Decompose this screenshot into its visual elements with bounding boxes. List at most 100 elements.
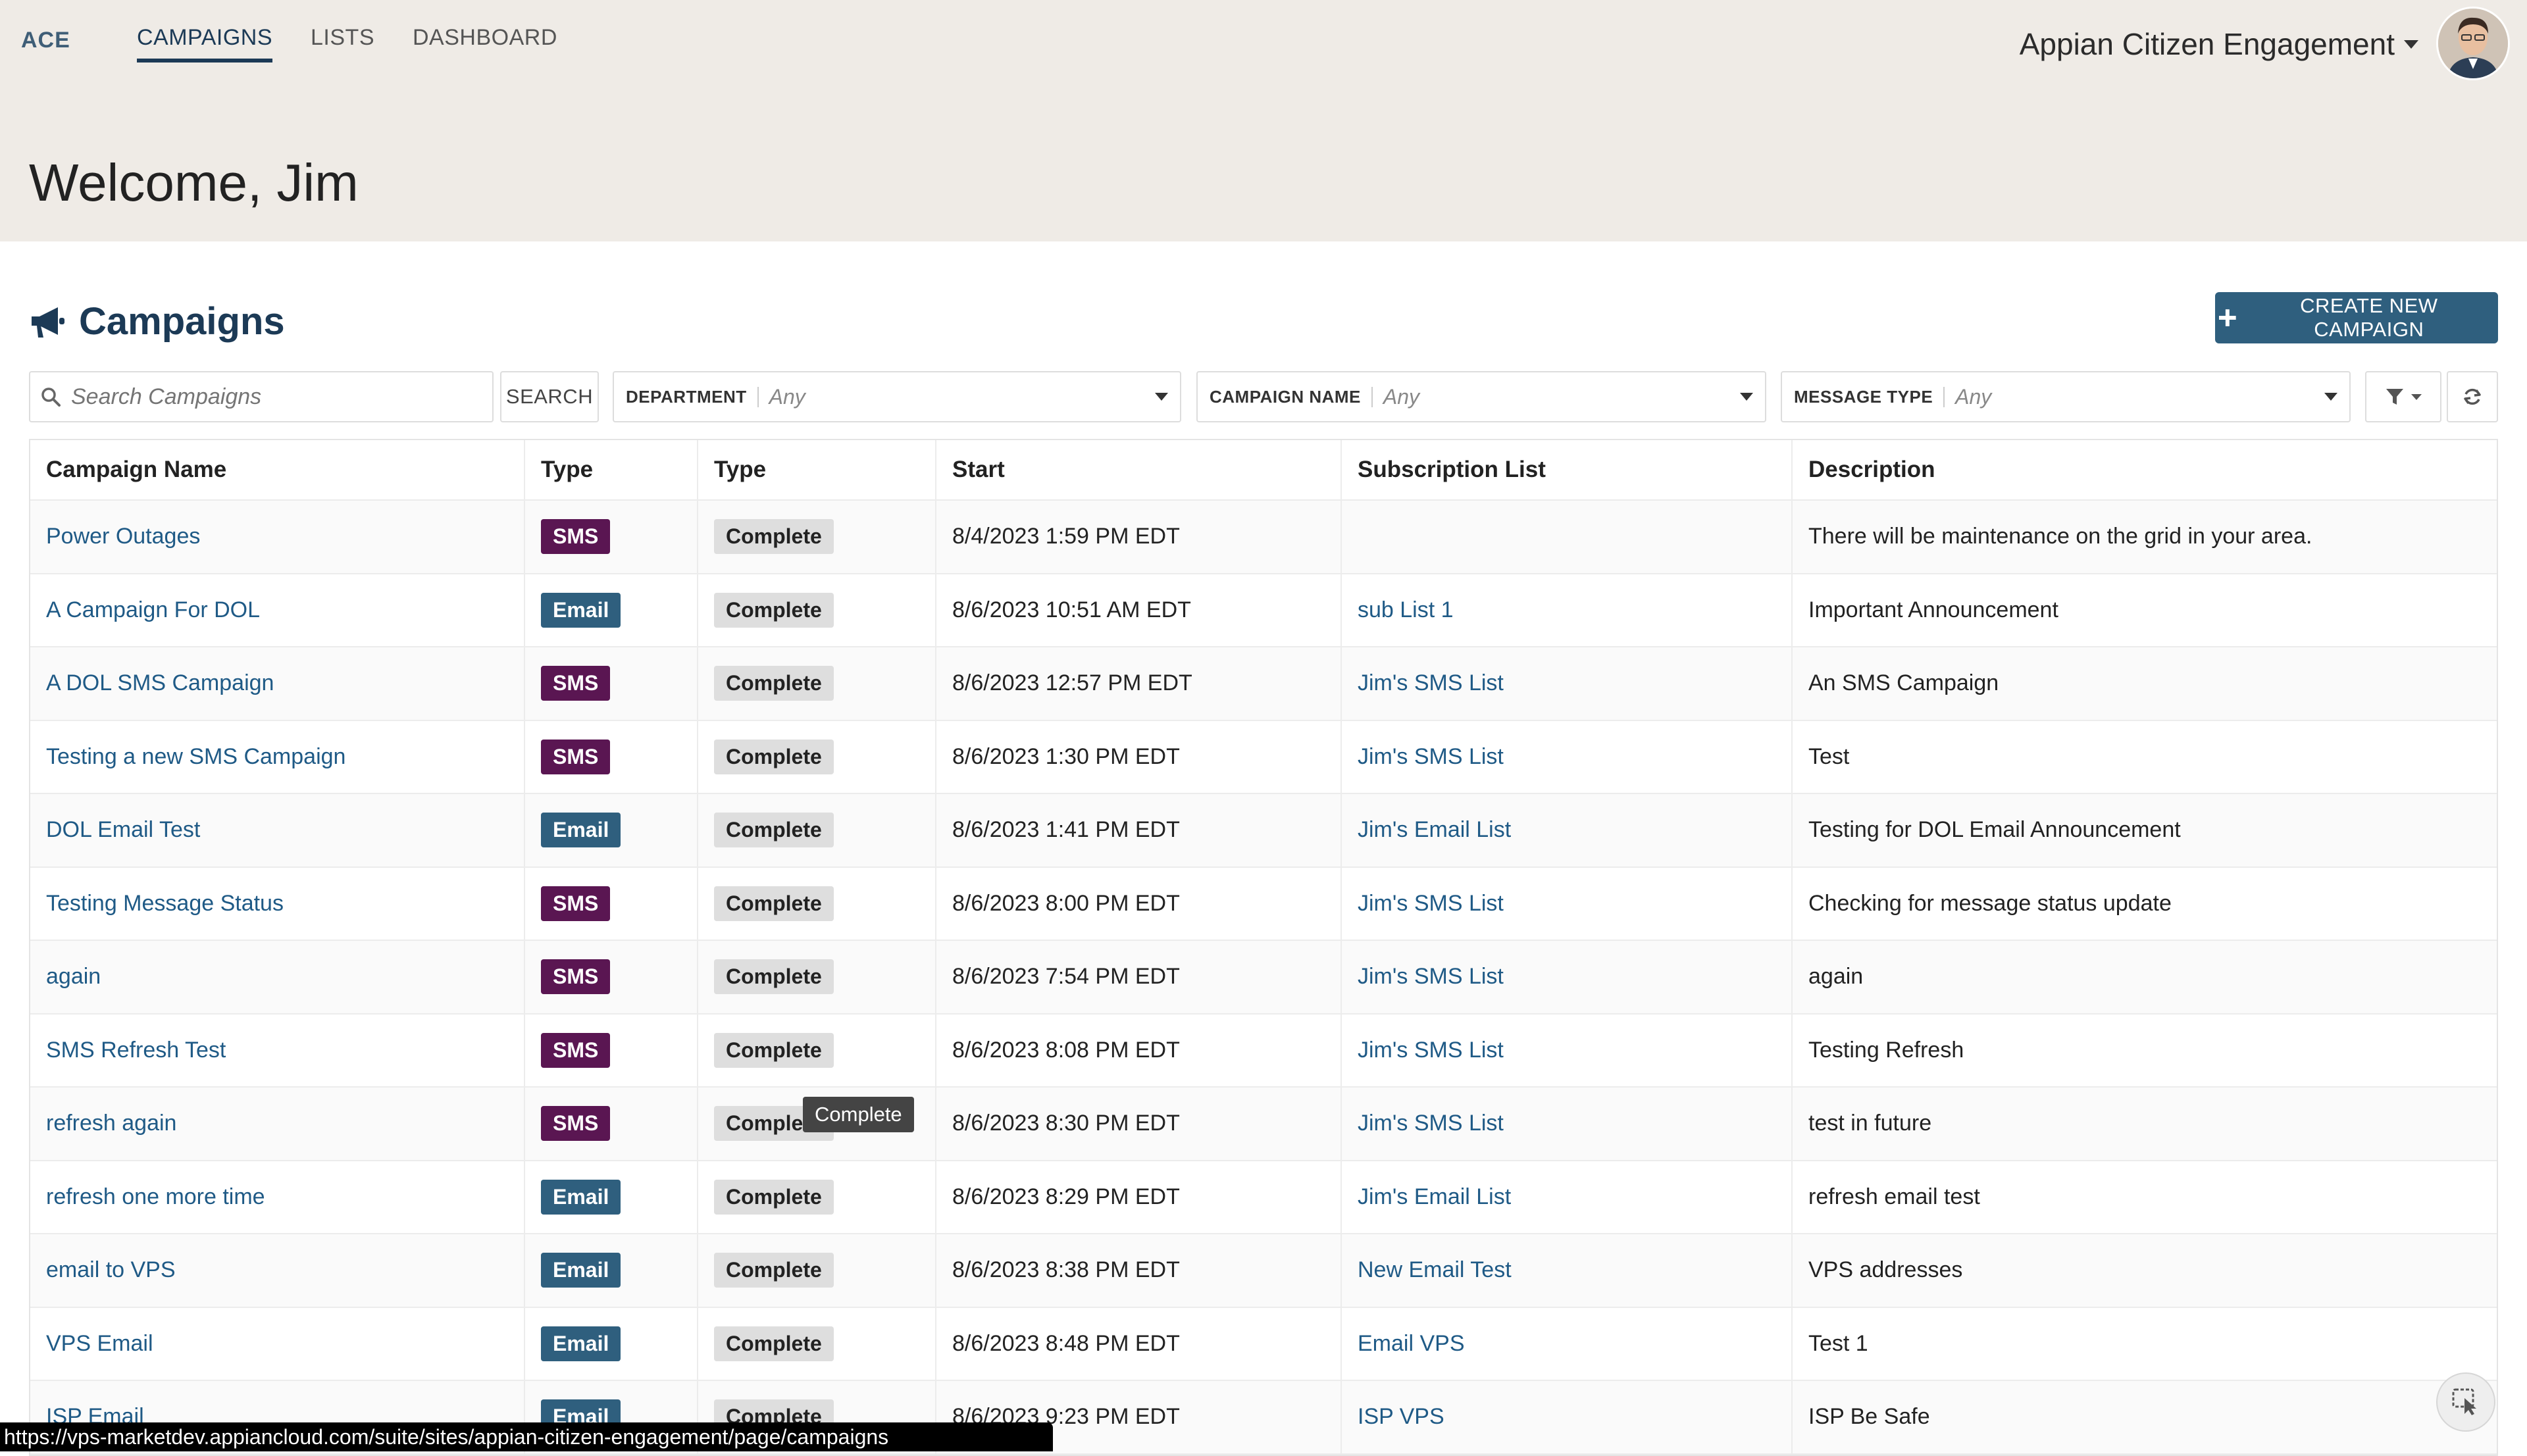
- campaign-name-cell: again: [30, 941, 525, 1013]
- user-avatar-icon: [2438, 9, 2508, 78]
- nav-lists[interactable]: LISTS: [311, 25, 374, 63]
- nav-dashboard[interactable]: DASHBOARD: [413, 25, 557, 63]
- campaign-name-cell: refresh one more time: [30, 1161, 525, 1233]
- subscription-list-cell: Jim's Email List: [1342, 1161, 1793, 1233]
- start-cell: 8/6/2023 1:30 PM EDT: [936, 720, 1342, 793]
- search-button[interactable]: SEARCH: [500, 371, 599, 422]
- campaign-name-link[interactable]: refresh one more time: [46, 1184, 265, 1210]
- type-cell: SMS: [525, 941, 698, 1013]
- description-cell: refresh email test: [1808, 1184, 1980, 1209]
- subscription-list-cell: New Email Test: [1342, 1234, 1793, 1307]
- message-type-badge: Email: [541, 1179, 621, 1215]
- nav-campaigns[interactable]: CAMPAIGNS: [137, 25, 273, 63]
- type-cell: Email: [525, 794, 698, 866]
- description-cell: Testing for DOL Email Announcement: [1808, 817, 2181, 843]
- campaign-name-link[interactable]: VPS Email: [46, 1331, 153, 1357]
- column-header-subscription-list[interactable]: Subscription List: [1342, 440, 1793, 499]
- chevron-down-icon: [1740, 393, 1753, 401]
- table-row[interactable]: Power Outages SMS Complete 8/4/2023 1:59 PM…: [30, 501, 2497, 574]
- table-row[interactable]: A Campaign For DOL Email Complete 8/6/2023 …: [30, 574, 2497, 647]
- message-type-badge: SMS: [541, 1032, 611, 1068]
- search-input[interactable]: [70, 383, 467, 411]
- table-row[interactable]: Testing a new SMS Campaign SMS Complete 8/6…: [30, 720, 2497, 794]
- status-badge: Complete: [714, 1253, 834, 1288]
- campaign-name-link[interactable]: A DOL SMS Campaign: [46, 670, 274, 696]
- subscription-list-link[interactable]: Jim's Email List: [1358, 1184, 1511, 1210]
- description-cell: Testing Refresh: [1808, 1037, 1964, 1063]
- table-row[interactable]: email to VPS Email Complete 8/6/2023 8:38 P…: [30, 1234, 2497, 1308]
- table-row[interactable]: again SMS Complete 8/6/2023 7:54 PM EDT Jim'…: [30, 941, 2497, 1015]
- subscription-list-link[interactable]: Jim's SMS List: [1358, 670, 1504, 696]
- department-filter[interactable]: DEPARTMENT Any: [613, 371, 1181, 422]
- column-header-status-type[interactable]: Type: [698, 440, 936, 499]
- department-filter-label: DEPARTMENT: [626, 386, 759, 407]
- campaign-name-cell: VPS Email: [30, 1307, 525, 1380]
- start-cell: 8/4/2023 1:59 PM EDT: [936, 501, 1342, 573]
- campaign-name-cell: A DOL SMS Campaign: [30, 647, 525, 720]
- campaign-name-filter[interactable]: CAMPAIGN NAME Any: [1196, 371, 1766, 422]
- subscription-list-link[interactable]: New Email Test: [1358, 1257, 1512, 1283]
- status-cell: Complete: [698, 1307, 936, 1380]
- campaign-name-link[interactable]: Power Outages: [46, 524, 200, 549]
- table-row[interactable]: VPS Email Email Complete 8/6/2023 8:48 PM E…: [30, 1307, 2497, 1381]
- message-type-filter[interactable]: MESSAGE TYPE Any: [1781, 371, 2351, 422]
- type-cell: Email: [525, 1307, 698, 1380]
- status-cell: Complete: [698, 794, 936, 866]
- description-cell: test in future: [1808, 1111, 1932, 1136]
- message-type-filter-label: MESSAGE TYPE: [1794, 386, 1945, 407]
- status-cell: Complete: [698, 1161, 936, 1233]
- page-title: Campaigns: [79, 300, 285, 343]
- message-type-badge: Email: [541, 592, 621, 628]
- create-campaign-label: CREATE NEW CAMPAIGN: [2300, 294, 2438, 341]
- type-cell: SMS: [525, 867, 698, 940]
- refresh-button[interactable]: [2447, 371, 2498, 422]
- subscription-list-link[interactable]: Jim's SMS List: [1358, 1111, 1504, 1136]
- campaign-name-link[interactable]: Testing a new SMS Campaign: [46, 744, 345, 770]
- type-cell: Email: [525, 1234, 698, 1307]
- create-campaign-button[interactable]: CREATE NEW CAMPAIGN: [2215, 292, 2498, 343]
- subscription-list-link[interactable]: Jim's SMS List: [1358, 891, 1504, 916]
- status-badge: Complete: [714, 739, 834, 774]
- subscription-list-link[interactable]: sub List 1: [1358, 597, 1454, 623]
- app-logo[interactable]: ACE: [21, 28, 70, 53]
- campaign-name-filter-value: Any: [1383, 384, 1420, 409]
- subscription-list-link[interactable]: ISP VPS: [1358, 1404, 1444, 1430]
- table-row[interactable]: SMS Refresh Test SMS Complete 8/6/2023 8:08…: [30, 1014, 2497, 1088]
- table-row[interactable]: refresh one more time Email Complete 8/6/20…: [30, 1161, 2497, 1234]
- table-body: Power Outages SMS Complete 8/4/2023 1:59 PM…: [30, 501, 2497, 1455]
- search-field[interactable]: [29, 371, 494, 422]
- floating-pointer-button[interactable]: [2436, 1372, 2495, 1432]
- description-cell: Test 1: [1808, 1330, 1868, 1356]
- advanced-filter-button[interactable]: [2365, 371, 2441, 422]
- subscription-list-link[interactable]: Jim's SMS List: [1358, 744, 1504, 770]
- campaign-name-link[interactable]: again: [46, 964, 101, 990]
- column-header-type[interactable]: Type: [525, 440, 698, 499]
- subscription-list-link[interactable]: Jim's SMS List: [1358, 964, 1504, 990]
- status-badge: Complete: [714, 666, 834, 701]
- avatar[interactable]: [2436, 7, 2510, 80]
- campaign-name-link[interactable]: DOL Email Test: [46, 817, 200, 843]
- campaign-name-link[interactable]: email to VPS: [46, 1257, 176, 1283]
- subscription-list-link[interactable]: Jim's Email List: [1358, 817, 1511, 843]
- subscription-list-link[interactable]: Jim's SMS List: [1358, 1038, 1504, 1063]
- campaign-name-link[interactable]: SMS Refresh Test: [46, 1038, 226, 1063]
- campaign-name-link[interactable]: Testing Message Status: [46, 891, 284, 916]
- site-title: Appian Citizen Engagement: [2019, 27, 2395, 61]
- site-switcher[interactable]: Appian Citizen Engagement: [2020, 26, 2418, 62]
- column-header-campaign-name[interactable]: Campaign Name: [30, 440, 525, 499]
- column-header-description[interactable]: Description: [1793, 440, 2497, 499]
- message-type-badge: SMS: [541, 1106, 611, 1142]
- campaign-name-link[interactable]: A Campaign For DOL: [46, 597, 260, 623]
- column-header-start[interactable]: Start: [936, 440, 1342, 499]
- campaign-name-link[interactable]: refresh again: [46, 1111, 176, 1136]
- table-row[interactable]: A DOL SMS Campaign SMS Complete 8/6/2023 12…: [30, 647, 2497, 721]
- table-row[interactable]: refresh again SMS Complete 8/6/2023 8:30 PM…: [30, 1088, 2497, 1161]
- table-row[interactable]: DOL Email Test Email Complete 8/6/2023 1:41…: [30, 794, 2497, 868]
- message-type-badge: Email: [541, 813, 621, 848]
- campaigns-heading: Campaigns: [29, 299, 285, 343]
- campaign-name-cell: Testing a new SMS Campaign: [30, 720, 525, 793]
- start-cell: 8/6/2023 8:00 PM EDT: [936, 867, 1342, 940]
- campaign-name-cell: SMS Refresh Test: [30, 1014, 525, 1086]
- subscription-list-link[interactable]: Email VPS: [1358, 1331, 1465, 1357]
- table-row[interactable]: Testing Message Status SMS Complete 8/6/202…: [30, 867, 2497, 941]
